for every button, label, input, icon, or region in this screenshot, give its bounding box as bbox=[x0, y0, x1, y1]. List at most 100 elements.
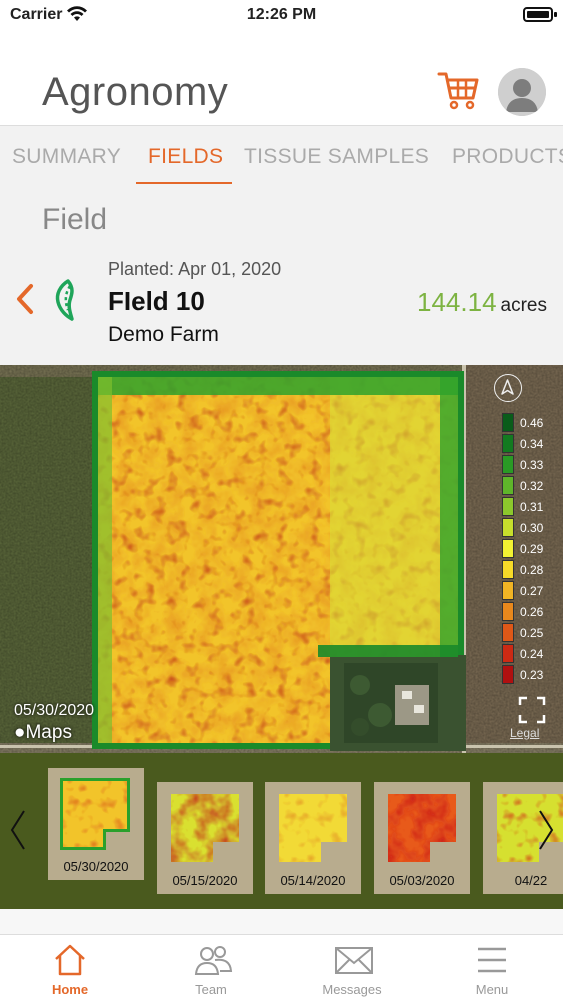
legend-row: 0.32 bbox=[500, 476, 560, 495]
legend-swatch bbox=[502, 602, 514, 621]
thumbnail-image bbox=[165, 790, 245, 866]
legend-swatch bbox=[502, 518, 514, 537]
thumbnail-item[interactable]: 05/30/2020 bbox=[48, 768, 144, 880]
field-map[interactable] bbox=[0, 365, 563, 753]
tab-summary[interactable]: SUMMARY bbox=[12, 145, 121, 169]
user-avatar-icon[interactable] bbox=[498, 68, 546, 116]
section-heading: Field bbox=[42, 203, 108, 236]
planted-label: Planted: bbox=[108, 259, 175, 279]
legend-swatch bbox=[502, 434, 514, 453]
hamburger-icon bbox=[478, 947, 506, 973]
legend-value: 0.33 bbox=[520, 458, 544, 472]
legend-value: 0.46 bbox=[520, 416, 544, 430]
legend-swatch bbox=[502, 581, 514, 600]
battery-icon bbox=[523, 7, 553, 22]
field-name: FIeld 10 bbox=[108, 286, 205, 316]
legend-swatch bbox=[502, 644, 514, 663]
tab-fields[interactable]: FIELDS bbox=[148, 145, 223, 169]
legend-swatch bbox=[502, 665, 514, 684]
timeline-next-icon[interactable] bbox=[536, 808, 556, 852]
page-title: Agronomy bbox=[42, 70, 229, 114]
legend-row: 0.25 bbox=[500, 623, 560, 642]
back-chevron-icon[interactable] bbox=[12, 282, 38, 316]
legend-value: 0.27 bbox=[520, 584, 544, 598]
tab-team-label: Team bbox=[195, 982, 227, 997]
field-acres: 144.14 acres bbox=[417, 287, 547, 318]
battery-tip bbox=[554, 12, 557, 17]
tab-messages-label: Messages bbox=[322, 982, 382, 997]
legend-swatch bbox=[502, 560, 514, 579]
legend-swatch bbox=[502, 455, 514, 474]
legend-value: 0.29 bbox=[520, 542, 544, 556]
tab-menu[interactable]: Menu bbox=[432, 935, 552, 1000]
cart-icon[interactable] bbox=[436, 68, 480, 112]
legend-row: 0.24 bbox=[500, 644, 560, 663]
section-tabs: SUMMARY FIELDS TISSUE SAMPLES PRODUCTS bbox=[0, 127, 563, 185]
envelope-icon bbox=[335, 947, 373, 974]
thumbnail-image bbox=[273, 790, 353, 866]
legend-value: 0.31 bbox=[520, 500, 544, 514]
legend-swatch bbox=[502, 497, 514, 516]
legend-row: 0.28 bbox=[500, 560, 560, 579]
maps-provider: Maps bbox=[25, 722, 72, 743]
compass-icon[interactable] bbox=[494, 374, 522, 402]
tab-team[interactable]: Team bbox=[151, 935, 271, 1000]
content-below-fold bbox=[0, 909, 563, 934]
maps-attribution: ●Maps bbox=[14, 722, 72, 744]
thumbnail-date: 05/15/2020 bbox=[172, 873, 238, 888]
tab-messages[interactable]: Messages bbox=[292, 935, 412, 1000]
legend-value: 0.23 bbox=[520, 668, 544, 682]
status-bar: Carrier 12:26 PM bbox=[0, 0, 563, 30]
home-icon bbox=[55, 944, 85, 976]
acres-value: 144.14 bbox=[417, 287, 497, 317]
bottom-tab-bar: Home Team Messages Menu bbox=[0, 934, 563, 1000]
legend-swatch bbox=[502, 413, 514, 432]
active-tab-indicator bbox=[136, 182, 232, 184]
thumbnail-date: 05/03/2020 bbox=[389, 873, 455, 888]
legend-row: 0.31 bbox=[500, 497, 560, 516]
legend-value: 0.24 bbox=[520, 647, 544, 661]
thumbnail-item[interactable]: 05/15/2020 bbox=[157, 782, 253, 894]
legend-row: 0.30 bbox=[500, 518, 560, 537]
fullscreen-icon[interactable] bbox=[518, 696, 546, 724]
thumbnail-item[interactable]: 05/14/2020 bbox=[265, 782, 361, 894]
legend-value: 0.30 bbox=[520, 521, 544, 535]
field-boundary-icon bbox=[55, 279, 74, 321]
app-header: Agronomy bbox=[0, 30, 563, 126]
acres-unit: acres bbox=[500, 295, 547, 316]
planted-date: Apr 01, 2020 bbox=[178, 259, 282, 279]
legend-value: 0.34 bbox=[520, 437, 544, 451]
tab-home-label: Home bbox=[51, 982, 89, 997]
legend-row: 0.34 bbox=[500, 434, 560, 453]
thumbnail-date: 05/14/2020 bbox=[280, 873, 346, 888]
legend-row: 0.27 bbox=[500, 581, 560, 600]
thumbnail-image bbox=[56, 776, 136, 852]
tab-menu-label: Menu bbox=[475, 982, 509, 997]
timeline-prev-icon[interactable] bbox=[8, 808, 28, 852]
legal-link[interactable]: Legal bbox=[510, 726, 539, 740]
legend-value: 0.32 bbox=[520, 479, 544, 493]
legend-value: 0.26 bbox=[520, 605, 544, 619]
farm-name: Demo Farm bbox=[108, 323, 219, 346]
thumbnail-date: 05/30/2020 bbox=[63, 859, 129, 874]
tab-products[interactable]: PRODUCTS bbox=[452, 145, 563, 169]
legend-swatch bbox=[502, 623, 514, 642]
map-image bbox=[0, 365, 563, 753]
legend-swatch bbox=[502, 539, 514, 558]
imagery-timeline: 05/30/2020 05/15/2020 05/14/2020 05/03/2… bbox=[0, 753, 563, 909]
thumbnail-item[interactable]: 05/03/2020 bbox=[374, 782, 470, 894]
legend-row: 0.26 bbox=[500, 602, 560, 621]
map-date: 05/30/2020 bbox=[14, 702, 95, 719]
tab-home[interactable]: Home bbox=[10, 935, 130, 1000]
legend-row: 0.46 bbox=[500, 413, 560, 432]
tab-tissue-samples[interactable]: TISSUE SAMPLES bbox=[244, 145, 429, 169]
thumbnail-date: 04/22 bbox=[514, 873, 548, 888]
thumbnail-image bbox=[382, 790, 462, 866]
legend-swatch bbox=[502, 476, 514, 495]
clock: 12:26 PM bbox=[246, 6, 317, 23]
legend-row: 0.23 bbox=[500, 665, 560, 684]
legend-row: 0.33 bbox=[500, 455, 560, 474]
planted-info: Planted: Apr 01, 2020 bbox=[108, 259, 281, 280]
legend-value: 0.25 bbox=[520, 626, 544, 640]
team-icon bbox=[194, 946, 233, 975]
